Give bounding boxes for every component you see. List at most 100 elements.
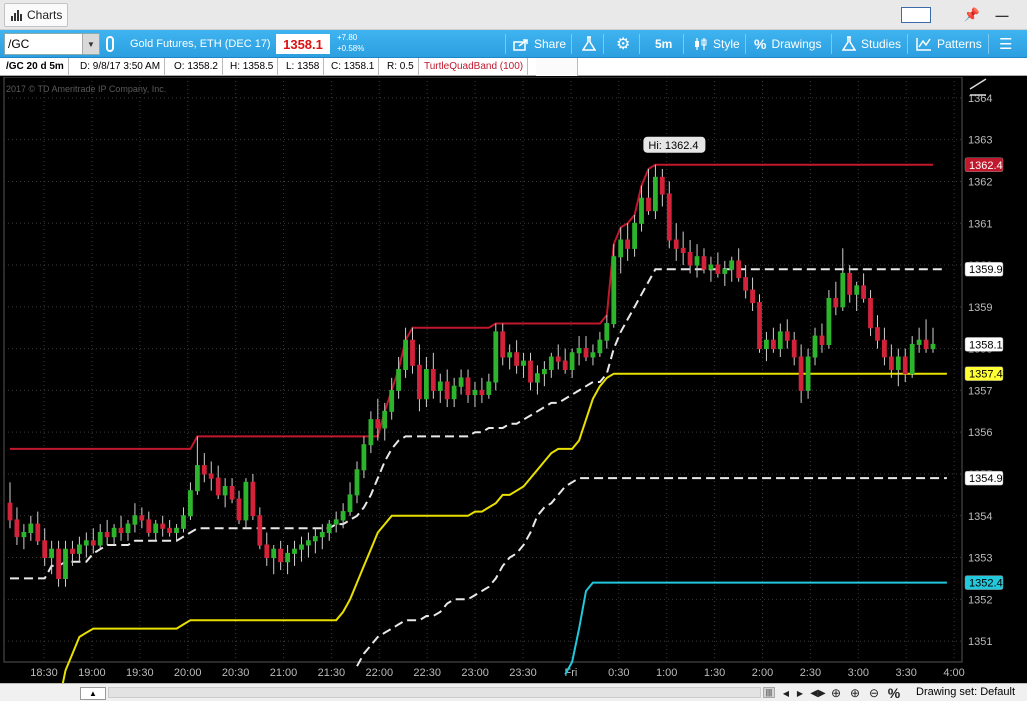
zoom-in-icon[interactable]: ⊕ — [847, 685, 863, 701]
candle-body — [49, 548, 55, 559]
candle-body — [340, 511, 346, 521]
candle-body — [451, 385, 457, 400]
chevron-down-icon[interactable]: ▼ — [82, 34, 99, 54]
candle-body — [167, 527, 172, 533]
timeframe-button[interactable]: 5m — [651, 30, 676, 58]
close-value: C: 1358.1 — [327, 58, 380, 76]
candle-body — [777, 331, 783, 350]
patterns-label: Patterns — [937, 37, 982, 51]
study-label[interactable]: TurtleQuadBand (100) — [420, 58, 529, 76]
candle-body — [771, 339, 776, 350]
flask-icon — [582, 36, 596, 51]
link-icon[interactable] — [106, 36, 114, 52]
candle-body — [444, 381, 450, 400]
candle-body — [895, 356, 901, 370]
pin-icon[interactable]: 📌 — [958, 0, 986, 30]
patterns-button[interactable]: Patterns — [912, 30, 986, 58]
candle-body — [653, 176, 658, 212]
scroll-left-icon[interactable]: ◀ — [779, 685, 793, 701]
candle-body — [812, 335, 818, 358]
candle-body — [77, 544, 82, 554]
charts-tab-label: Charts — [27, 8, 63, 22]
candlestick-icon — [695, 38, 707, 50]
symbol-period: /GC 20 d 5m — [2, 58, 69, 76]
price-chart[interactable]: 1364136313621361136013591358135713561355… — [0, 77, 1027, 683]
open-value: O: 1358.2 — [170, 58, 223, 76]
candle-body — [548, 356, 554, 370]
candle-body — [826, 298, 832, 345]
candle-body — [264, 544, 270, 558]
hi-annotation-label: Hi: 1362.4 — [648, 140, 698, 152]
candle-body — [486, 381, 492, 395]
y-tick-label: 1351 — [968, 636, 992, 648]
candle-body — [729, 260, 735, 270]
candle-body — [493, 331, 499, 383]
menu-icon[interactable]: ☰ — [995, 30, 1016, 58]
candle-body — [500, 331, 506, 358]
horizontal-scrollbar[interactable] — [108, 687, 761, 698]
drawing-set-label[interactable]: Drawing set: Default — [916, 686, 1015, 698]
candle-body — [174, 527, 179, 533]
window-layout-icon[interactable] — [901, 7, 931, 23]
candle-body — [750, 289, 756, 304]
fit-icon[interactable]: ◀▶ — [809, 685, 827, 701]
bar-chart-icon — [11, 9, 22, 21]
candle-body — [604, 323, 610, 341]
x-tick-label: 21:30 — [318, 667, 346, 679]
x-tick-label: 1:30 — [704, 667, 725, 679]
candle-body — [909, 343, 915, 375]
candle-body — [312, 536, 318, 542]
status-bar: ▲ ||| ◀ ▶ ◀▶ ⊕ ⊕ ⊖ % Drawing set: Defaul… — [0, 683, 1027, 701]
candle-body — [923, 339, 929, 350]
price-axis-badge-label: 1362.4 — [969, 160, 1003, 172]
share-button[interactable]: Share — [509, 30, 570, 58]
candle-body — [521, 360, 526, 366]
zoom-out-icon[interactable]: ⊖ — [866, 685, 882, 701]
x-tick-label: 22:30 — [413, 667, 441, 679]
flask-button[interactable] — [578, 30, 600, 58]
x-tick-label: 4:00 — [943, 667, 964, 679]
title-bar: Charts 📌 — — [0, 0, 1027, 30]
x-tick-label: 1:00 — [656, 667, 677, 679]
candle-body — [229, 486, 235, 500]
x-tick-label: 3:30 — [895, 667, 916, 679]
candle-body — [680, 247, 686, 254]
symbol-selector[interactable]: ▼ — [4, 33, 100, 55]
charts-tab[interactable]: Charts — [4, 3, 68, 27]
percent-icon: % — [754, 36, 767, 52]
style-button[interactable]: Style — [690, 30, 744, 58]
crosshair-icon[interactable]: ⊕ — [828, 685, 844, 701]
gear-icon[interactable]: ⚙ — [612, 30, 634, 58]
timeframe-label: 5m — [655, 37, 673, 51]
high-value: H: 1358.5 — [226, 58, 279, 76]
candle-body — [555, 356, 561, 362]
candle-body — [639, 197, 644, 224]
candle-body — [875, 327, 880, 341]
candle-body — [63, 548, 68, 580]
studies-button[interactable]: Studies — [838, 30, 905, 58]
candle-body — [83, 540, 89, 546]
candle-body — [319, 532, 325, 538]
expand-panel-icon[interactable]: ▲ — [80, 687, 106, 700]
candle-body — [368, 419, 374, 446]
studies-flask-icon — [842, 36, 856, 51]
candle-body — [201, 465, 207, 475]
scrollbar-thumb[interactable]: ||| — [763, 687, 775, 698]
candle-body — [479, 389, 485, 396]
symbol-input[interactable] — [8, 35, 82, 53]
candle-body — [243, 481, 249, 521]
x-tick-label: 19:00 — [78, 667, 106, 679]
minimize-icon[interactable]: — — [988, 0, 1016, 30]
scroll-right-icon[interactable]: ▶ — [793, 685, 807, 701]
candle-body — [798, 356, 804, 391]
candle-body — [889, 356, 894, 370]
candle-body — [195, 465, 200, 492]
x-tick-label: 20:30 — [222, 667, 250, 679]
candle-body — [625, 239, 631, 249]
percent-icon[interactable]: % — [886, 685, 902, 701]
candle-body — [666, 193, 672, 241]
patterns-icon — [916, 38, 931, 51]
candle-body — [902, 356, 908, 375]
share-icon — [513, 38, 528, 51]
drawings-button[interactable]: % Drawings — [750, 30, 825, 58]
